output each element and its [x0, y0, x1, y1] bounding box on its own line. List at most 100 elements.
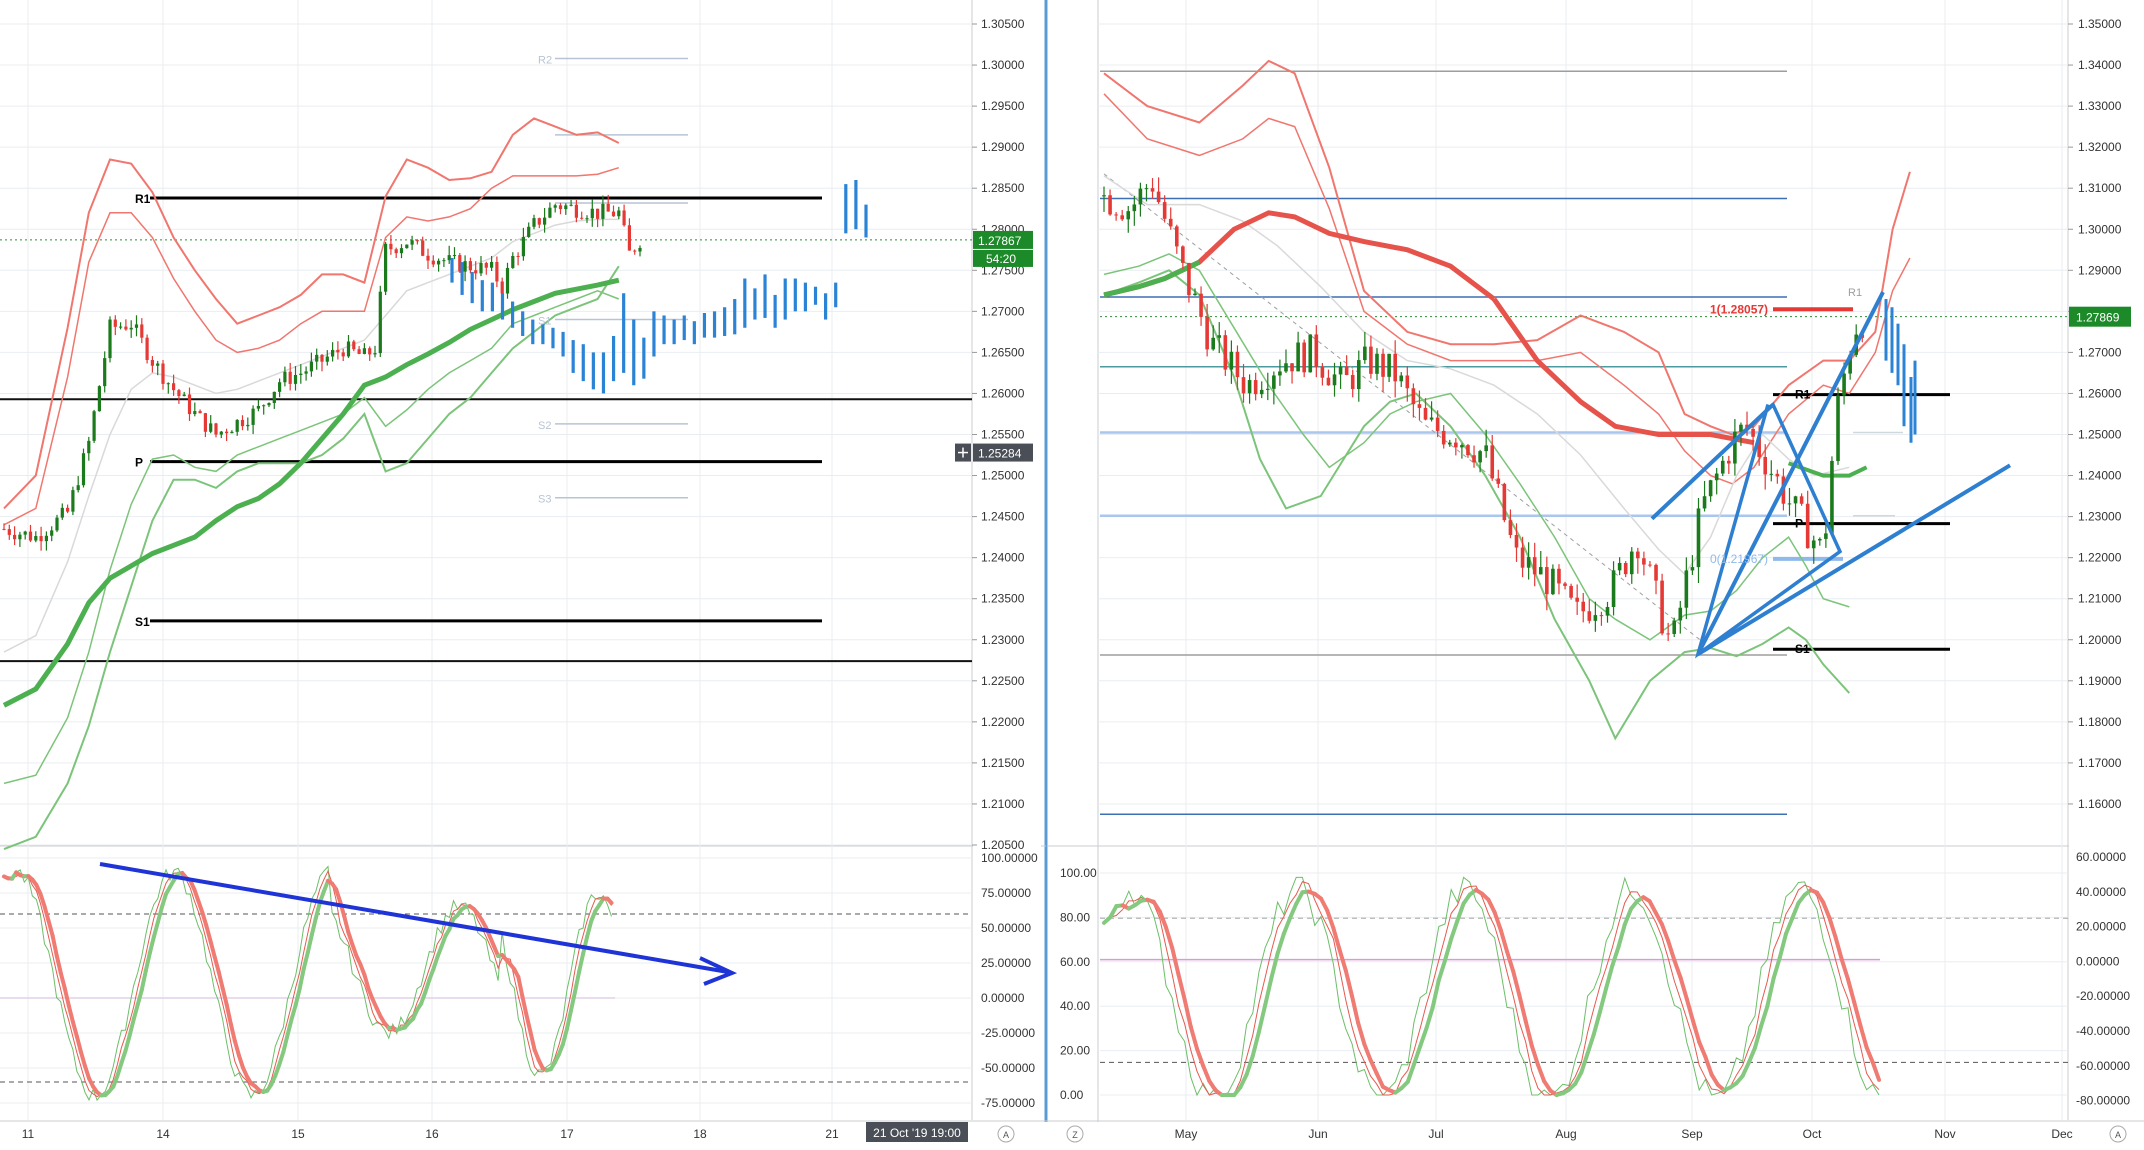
candle-body [1436, 418, 1440, 431]
candle-body [204, 413, 207, 432]
candle-body [1120, 215, 1124, 219]
candle-body [1393, 354, 1397, 381]
candle-body [151, 360, 154, 366]
left-price-tick-label: 1.21500 [981, 756, 1025, 770]
candle-body [29, 532, 32, 541]
zoom-button-label: Z [1072, 1130, 1078, 1140]
left-price-tick-label: 1.25500 [981, 428, 1025, 442]
candle-body [326, 357, 329, 362]
right-osc-right-tick-label: -40.00000 [2076, 1024, 2130, 1038]
candle-body [108, 320, 111, 359]
right-osc-left-tick-label: 0.00 [1060, 1088, 1084, 1102]
candle-body [1484, 445, 1488, 451]
candle-body [1624, 563, 1628, 574]
left-price-tick-label: 1.21000 [981, 797, 1025, 811]
candle-body [1727, 461, 1731, 464]
candle-body [1302, 343, 1306, 373]
left-price-tick-label: 1.20500 [981, 838, 1025, 852]
candle-body [1224, 335, 1228, 369]
right-auto-scale-button-label: A [2115, 1130, 2121, 1140]
pivot-label-s1: S1 [135, 615, 150, 629]
candle-body [1430, 418, 1434, 420]
candle-body [55, 518, 58, 531]
candle-body [1102, 195, 1106, 196]
chart-canvas[interactable]: 1.305001.300001.295001.290001.285001.280… [0, 0, 2144, 1145]
candle-body [1357, 360, 1361, 389]
right-time-label: Dec [2051, 1127, 2072, 1141]
right-price-tick-label: 1.29000 [2078, 263, 2122, 277]
candle-body [1339, 367, 1343, 375]
candle-body [225, 432, 228, 434]
right-time-label: Jul [1428, 1127, 1443, 1141]
candle-body [1763, 457, 1767, 474]
candle-body [146, 338, 149, 360]
right-time-label: Jun [1308, 1127, 1327, 1141]
candle-body [1721, 461, 1725, 474]
right-price-tick-label: 1.31000 [2078, 181, 2122, 195]
candle-body [628, 225, 631, 250]
candle-body [18, 535, 21, 540]
candle-body [87, 441, 90, 453]
right-price-tick-label: 1.19000 [2078, 674, 2122, 688]
candle-body [1557, 569, 1561, 584]
left-price-tick-label: 1.25000 [981, 469, 1025, 483]
candle-body [1478, 451, 1482, 462]
candle-body [336, 350, 339, 352]
candle-body [1248, 380, 1252, 393]
candle-body [1630, 552, 1634, 575]
candle-body [426, 256, 429, 261]
candle-body [1606, 607, 1610, 616]
candle-body [1685, 570, 1689, 607]
candle-body [1636, 552, 1640, 559]
candle-body [358, 349, 361, 354]
candle-body [1539, 567, 1543, 574]
right-osc-left-tick-label: 100.00 [1060, 866, 1097, 880]
candle-body [1515, 535, 1519, 548]
candle-body [1818, 539, 1822, 541]
candle-body [1533, 557, 1537, 574]
candle-body [1369, 347, 1373, 374]
candle-body [50, 530, 53, 535]
candle-body [167, 383, 170, 384]
candle-body [24, 532, 27, 535]
faded-label-r1: R1 [1848, 287, 1862, 299]
right-osc-left-tick-label: 20.00 [1060, 1044, 1090, 1058]
candle-body [612, 212, 615, 217]
candle-body [188, 395, 191, 415]
candle-body [1406, 376, 1410, 389]
candle-body [485, 263, 488, 268]
left-time-label: 18 [693, 1127, 707, 1141]
left-price-tick-label: 1.29500 [981, 99, 1025, 113]
candle-body [98, 386, 101, 411]
right-osc-right-tick-label: 40.00000 [2076, 885, 2126, 899]
candle-body [1600, 615, 1604, 616]
candle-body [1145, 188, 1149, 189]
left-price-tick-label: 1.28500 [981, 181, 1025, 195]
candle-body [1163, 202, 1167, 219]
candle-body [161, 364, 164, 384]
last-price-value: 1.27867 [978, 234, 1022, 248]
candle-body [71, 490, 74, 512]
candle-body [1193, 294, 1197, 296]
candle-body [1242, 377, 1246, 393]
candle-body [1387, 354, 1391, 377]
candle-body [310, 362, 313, 372]
right-time-label: Sep [1681, 1127, 1703, 1141]
candle-body [511, 256, 514, 268]
candle-body [474, 270, 477, 273]
candle-body [1272, 375, 1276, 388]
candle-body [1563, 583, 1567, 585]
last-price-value-right: 1.27869 [2076, 311, 2120, 325]
right-osc-right-tick-label: 60.00000 [2076, 850, 2126, 864]
right-price-tick-label: 1.25000 [2078, 428, 2122, 442]
left-price-tick-label: 1.22500 [981, 674, 1025, 688]
right-osc-right-tick-label: 0.00000 [2076, 954, 2120, 968]
candle-body [1460, 445, 1464, 447]
candle-body [411, 240, 414, 244]
right-price-tick-label: 1.34000 [2078, 58, 2122, 72]
left-time-label: 15 [291, 1127, 305, 1141]
candle-body [1472, 455, 1476, 462]
right-price-tick-label: 1.30000 [2078, 222, 2122, 236]
fib-label-top: 1(1.28057) [1710, 302, 1768, 316]
right-osc-right-tick-label: -20.00000 [2076, 989, 2130, 1003]
